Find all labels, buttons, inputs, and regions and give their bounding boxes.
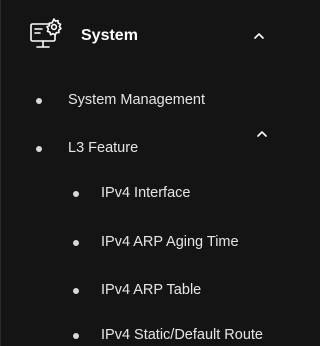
bullet-icon bbox=[73, 191, 79, 197]
chevron-up-icon[interactable] bbox=[253, 32, 265, 40]
menu-subitem-ipv4-interface[interactable]: IPv4 Interface bbox=[1, 177, 291, 211]
chevron-up-icon[interactable] bbox=[256, 130, 268, 138]
menu-section-label: System bbox=[81, 27, 138, 44]
bullet-icon bbox=[36, 98, 42, 104]
menu-item-label: System Management bbox=[68, 92, 206, 108]
menu-subitem-ipv4-arp-aging-time[interactable]: IPv4 ARP Aging Time bbox=[1, 226, 291, 260]
menu-item-l3-feature[interactable]: L3 Feature bbox=[1, 132, 291, 166]
menu-subitem-ipv4-static-default-route[interactable]: IPv4 Static/Default Route bbox=[1, 319, 291, 346]
system-settings-icon bbox=[30, 18, 62, 48]
menu-section-system[interactable]: System bbox=[1, 0, 291, 78]
bullet-icon bbox=[73, 333, 79, 339]
menu-item-label: IPv4 ARP Table bbox=[101, 282, 202, 298]
menu-item-label: IPv4 ARP Aging Time bbox=[101, 234, 239, 250]
bullet-icon bbox=[73, 240, 79, 246]
menu-item-label: L3 Feature bbox=[68, 140, 139, 156]
menu-item-label: IPv4 Interface bbox=[101, 185, 191, 201]
menu-subitem-ipv4-arp-table[interactable]: IPv4 ARP Table bbox=[1, 274, 291, 308]
sidebar-menu: System System Management L3 Feature IPv4… bbox=[0, 0, 290, 346]
bullet-icon bbox=[73, 288, 79, 294]
menu-item-label: IPv4 Static/Default Route bbox=[101, 327, 263, 343]
menu-item-system-management[interactable]: System Management bbox=[1, 84, 291, 118]
bullet-icon bbox=[36, 146, 42, 152]
